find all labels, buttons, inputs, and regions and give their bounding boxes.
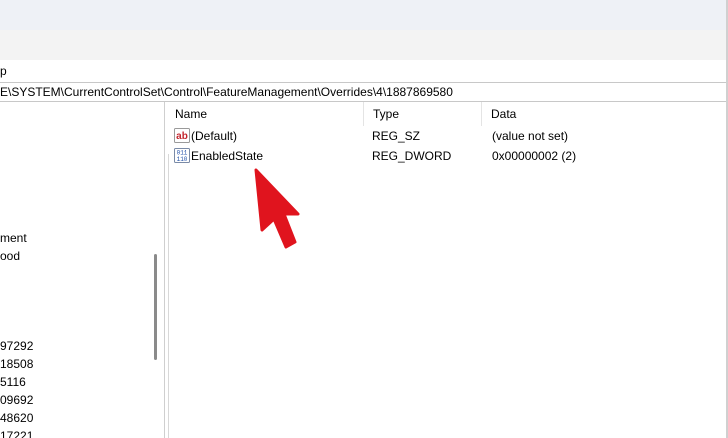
tree-item[interactable]: 5116 (0, 375, 26, 389)
svg-text:110: 110 (177, 156, 188, 163)
menu-bar: p (0, 60, 728, 82)
value-row-enabledstate[interactable]: 011 110 EnabledState REG_DWORD 0x0000000… (166, 146, 728, 166)
tree-item[interactable]: 48620 (0, 411, 33, 425)
value-type: REG_SZ (372, 129, 421, 143)
column-header-name[interactable]: Name (166, 102, 364, 126)
value-row-default[interactable]: ab (Default) REG_SZ (value not set) (166, 126, 728, 146)
pointer-arrow-icon (254, 168, 300, 249)
key-tree-pane[interactable]: ment ood 97292 18508 5116 09692 48620 17… (0, 102, 165, 438)
tree-item[interactable]: 97292 (0, 339, 33, 353)
tree-scrollbar[interactable] (148, 102, 164, 438)
svg-text:ab: ab (176, 131, 188, 142)
title-bar (0, 0, 728, 30)
binary-value-icon: 011 110 (174, 148, 190, 163)
pane-divider (168, 154, 169, 438)
address-bar[interactable]: E\SYSTEM\CurrentControlSet\Control\Featu… (0, 82, 728, 102)
value-type: REG_DWORD (372, 149, 452, 163)
toolbar-strip (0, 30, 728, 60)
tree-item[interactable]: 09692 (0, 393, 33, 407)
string-value-icon: ab (174, 128, 190, 143)
tree-item[interactable]: 17221 (0, 429, 33, 438)
column-header-data[interactable]: Data (482, 102, 728, 126)
tree-item[interactable]: 18508 (0, 357, 33, 371)
value-name: EnabledState (191, 149, 264, 163)
column-header-type[interactable]: Type (364, 102, 482, 126)
value-name: (Default) (191, 129, 238, 143)
tree-item[interactable]: ment (0, 231, 27, 245)
tree-item[interactable]: ood (0, 249, 20, 263)
tree-scrollbar-thumb[interactable] (154, 254, 157, 360)
menu-item-help[interactable]: p (0, 64, 7, 78)
address-path[interactable]: E\SYSTEM\CurrentControlSet\Control\Featu… (0, 85, 453, 99)
value-data: 0x00000002 (2) (492, 149, 577, 163)
value-data: (value not set) (492, 129, 569, 143)
value-list-pane[interactable]: Name Type Data ab (Default) REG_SZ (valu… (166, 102, 728, 438)
